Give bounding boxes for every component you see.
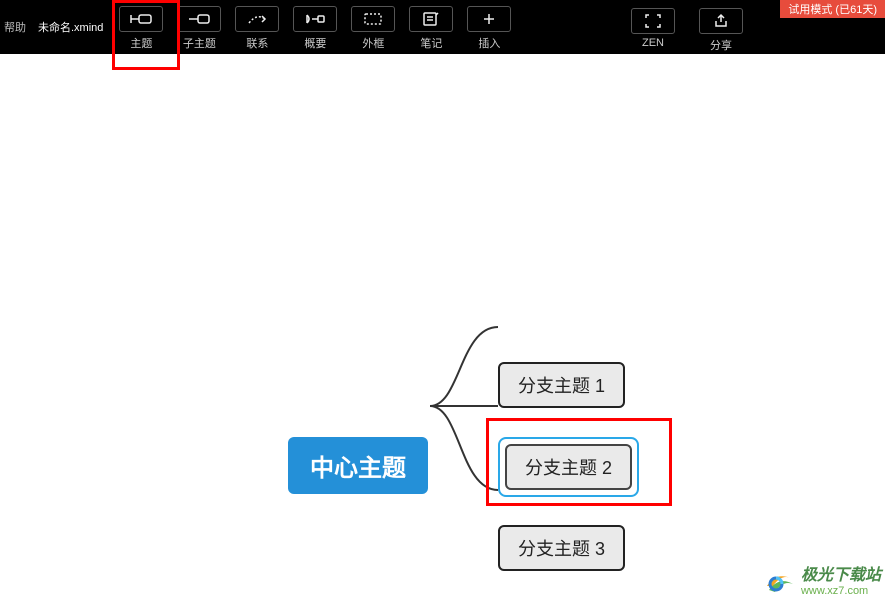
subtopic-label: 子主题	[183, 35, 216, 51]
branch-topic-1[interactable]: 分支主题 1	[498, 362, 625, 408]
watermark-text-cn: 极光下载站	[801, 567, 881, 585]
help-menu[interactable]: 帮助	[4, 19, 26, 35]
watermark: 极光下载站 www.xz7.com	[761, 564, 881, 600]
subtopic-icon	[177, 6, 221, 32]
top-toolbar: 帮助 未命名.xmind 主题 子主题 联系 概要	[0, 0, 885, 54]
plus-icon	[467, 6, 511, 32]
note-icon	[409, 6, 453, 32]
branch-topic-2[interactable]: 分支主题 2	[505, 444, 632, 490]
central-topic-node[interactable]: 中心主题	[288, 437, 428, 494]
boundary-button[interactable]: 外框	[349, 6, 397, 51]
relation-icon	[235, 6, 279, 32]
summary-icon	[293, 6, 337, 32]
boundary-label: 外框	[362, 35, 384, 51]
relation-button[interactable]: 联系	[233, 6, 281, 51]
fullscreen-icon	[631, 8, 675, 34]
share-icon	[699, 8, 743, 34]
boundary-icon	[351, 6, 395, 32]
branch-topic-3[interactable]: 分支主题 3	[498, 525, 625, 571]
subtopic-button[interactable]: 子主题	[175, 6, 223, 51]
toolbar-right: ZEN 分享	[629, 2, 745, 53]
watermark-logo-icon	[761, 564, 797, 600]
note-button[interactable]: 笔记	[407, 6, 455, 51]
share-label: 分享	[710, 37, 732, 53]
summary-label: 概要	[304, 35, 326, 51]
insert-button[interactable]: 插入	[465, 6, 513, 51]
share-button[interactable]: 分享	[697, 8, 745, 53]
trial-mode-badge: 试用模式 (已61天)	[780, 0, 885, 18]
note-label: 笔记	[420, 35, 442, 51]
relation-label: 联系	[246, 35, 268, 51]
topic-button[interactable]: 主题	[117, 6, 165, 51]
file-tab[interactable]: 未命名.xmind	[32, 19, 109, 35]
insert-label: 插入	[478, 35, 500, 51]
toolbar-left: 主题 子主题 联系 概要 外框	[117, 0, 513, 54]
connector-lines	[0, 54, 885, 602]
mindmap-canvas[interactable]: 中心主题 分支主题 1 分支主题 2 分支主题 3 极光下载站 www.xz7.…	[0, 54, 885, 602]
topic-label: 主题	[130, 35, 152, 51]
summary-button[interactable]: 概要	[291, 6, 339, 51]
zen-button[interactable]: ZEN	[629, 8, 677, 49]
zen-label: ZEN	[642, 37, 664, 49]
topic-icon	[119, 6, 163, 32]
branch-topic-2-selection: 分支主题 2	[498, 437, 639, 497]
menu-area: 帮助 未命名.xmind	[0, 0, 113, 54]
watermark-text-url: www.xz7.com	[801, 585, 881, 597]
